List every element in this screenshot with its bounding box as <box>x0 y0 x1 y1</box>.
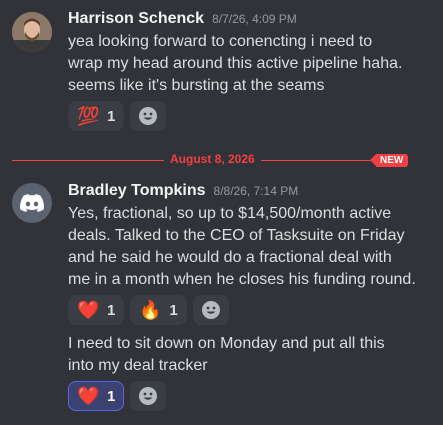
avatar-harrison[interactable] <box>12 12 52 52</box>
smiley-add-reaction-icon <box>139 107 158 125</box>
reaction-100[interactable]: 💯 1 <box>68 101 125 131</box>
reaction-count: 1 <box>107 301 116 319</box>
message-line: yea looking forward to conencting i need… <box>68 33 373 50</box>
timestamp: 8/8/26, 7:14 PM <box>213 184 299 198</box>
message-header: Harrison Schenck 8/7/26, 4:09 PM <box>68 10 297 28</box>
fire-icon: 🔥 <box>139 300 162 320</box>
add-reaction-button[interactable] <box>130 381 167 411</box>
reaction-heart[interactable]: ❤️ 1 <box>68 295 125 325</box>
message-body: yea looking forward to conencting i need… <box>68 31 430 97</box>
add-reaction-button[interactable] <box>192 295 229 325</box>
discord-logo-icon <box>20 194 44 212</box>
add-reaction-button[interactable] <box>130 101 167 131</box>
timestamp: 8/7/26, 4:09 PM <box>212 12 297 26</box>
message-line: deals. Talked to the CEO of Tasksuite on… <box>68 227 405 244</box>
message-line: and he said he would do a fractional dea… <box>68 249 392 266</box>
message-line: wrap my head around this active pipeline… <box>68 55 403 72</box>
divider-date: August 8, 2026 <box>164 152 261 166</box>
red-heart-icon: ❤️ <box>77 386 100 406</box>
reaction-fire[interactable]: 🔥 1 <box>130 295 187 325</box>
message-line: I need to sit down on Monday and put all… <box>68 335 385 352</box>
reaction-bar: ❤️ 1 <box>68 381 167 411</box>
message-line: me in a month when he closes his funding… <box>68 271 416 288</box>
hundred-points-icon: 💯 <box>77 106 100 126</box>
reaction-count: 1 <box>107 107 116 125</box>
red-heart-icon: ❤️ <box>77 300 100 320</box>
message-line: into my deal tracker <box>68 357 208 374</box>
reaction-bar: 💯 1 <box>68 101 167 131</box>
user-photo-icon <box>12 12 52 52</box>
message-header: Bradley Tompkins 8/8/26, 7:14 PM <box>68 182 298 200</box>
message-line: seems like it's bursting at the seams <box>68 77 325 94</box>
smiley-add-reaction-icon <box>201 301 220 319</box>
reaction-heart-active[interactable]: ❤️ 1 <box>68 381 125 411</box>
smiley-add-reaction-icon <box>139 387 158 405</box>
avatar-bradley[interactable] <box>12 183 52 223</box>
reaction-count: 1 <box>169 301 178 319</box>
username[interactable]: Bradley Tompkins <box>68 182 206 200</box>
message-body: Yes, fractional, so up to $14,500/month … <box>68 203 430 291</box>
reaction-bar: ❤️ 1 🔥 1 <box>68 295 229 325</box>
username[interactable]: Harrison Schenck <box>68 10 204 28</box>
chat-pane: Harrison Schenck 8/7/26, 4:09 PM yea loo… <box>0 0 443 425</box>
message-line: Yes, fractional, so up to $14,500/month … <box>68 205 392 222</box>
reaction-count: 1 <box>107 387 116 405</box>
new-badge: NEW <box>369 154 409 167</box>
message-body: I need to sit down on Monday and put all… <box>68 333 430 377</box>
